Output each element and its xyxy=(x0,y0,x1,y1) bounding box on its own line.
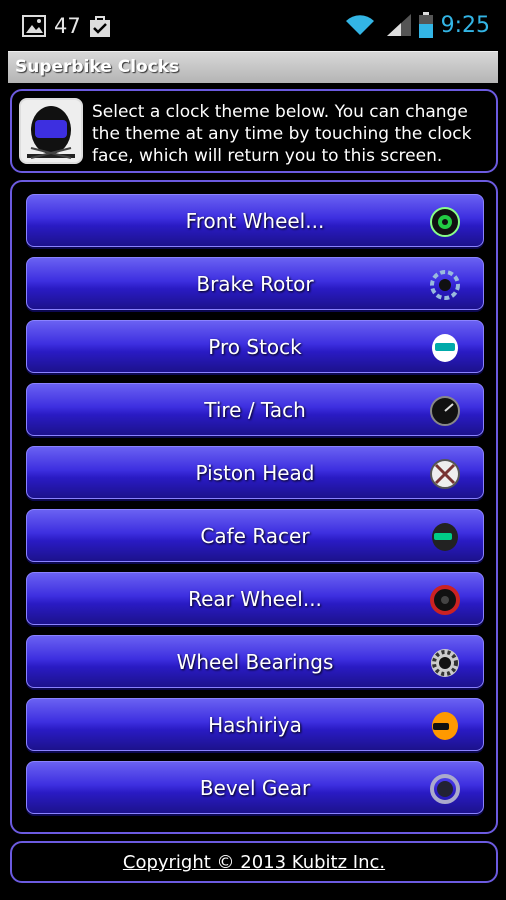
checked-bag-icon xyxy=(89,16,110,37)
notification-count: 47 xyxy=(54,14,81,38)
wifi-icon xyxy=(345,15,374,35)
theme-label: Brake Rotor xyxy=(196,272,314,296)
theme-button-wheel-bearings[interactable]: Wheel Bearings xyxy=(26,635,484,688)
theme-button-piston-head[interactable]: Piston Head xyxy=(26,446,484,499)
bevel-gear-icon xyxy=(430,774,460,804)
theme-label: Front Wheel... xyxy=(185,209,325,233)
theme-label: Wheel Bearings xyxy=(176,650,334,674)
theme-label: Hashiriya xyxy=(208,713,302,737)
theme-label: Bevel Gear xyxy=(199,776,311,800)
picture-icon xyxy=(22,15,46,37)
pro-stock-helmet-icon xyxy=(432,334,458,362)
piston-head-icon xyxy=(430,459,460,489)
info-panel: Select a clock theme below. You can chan… xyxy=(10,89,498,173)
app-title: Superbike Clocks xyxy=(15,57,180,77)
status-bar: 47 9:25 xyxy=(0,0,506,50)
theme-label: Rear Wheel... xyxy=(188,587,322,611)
theme-label: Piston Head xyxy=(195,461,315,485)
theme-button-front-wheel[interactable]: Front Wheel... xyxy=(26,194,484,247)
copyright-link[interactable]: Copyright © 2013 Kubitz Inc. xyxy=(123,852,385,873)
theme-button-hashiriya[interactable]: Hashiriya xyxy=(26,698,484,751)
hashiriya-helmet-icon xyxy=(432,712,458,740)
theme-button-rear-wheel[interactable]: Rear Wheel... xyxy=(26,572,484,625)
theme-label: Tire / Tach xyxy=(204,398,306,422)
title-bar: Superbike Clocks xyxy=(8,51,498,83)
instructions-text: Select a clock theme below. You can chan… xyxy=(92,102,472,166)
theme-button-cafe-racer[interactable]: Cafe Racer xyxy=(26,509,484,562)
theme-button-brake-rotor[interactable]: Brake Rotor xyxy=(26,257,484,310)
theme-label: Cafe Racer xyxy=(200,524,310,548)
helmet-icon xyxy=(19,98,83,164)
clock-time: 9:25 xyxy=(440,12,490,38)
theme-label: Pro Stock xyxy=(208,335,302,359)
battery-icon xyxy=(418,12,433,38)
tachometer-icon xyxy=(430,396,460,426)
signal-icon xyxy=(386,14,411,36)
cafe-racer-helmet-icon xyxy=(432,523,458,551)
theme-button-tire-tach[interactable]: Tire / Tach xyxy=(26,383,484,436)
status-right: 9:25 xyxy=(345,12,490,38)
theme-button-pro-stock[interactable]: Pro Stock xyxy=(26,320,484,373)
brake-rotor-icon xyxy=(430,270,460,300)
theme-list: Front Wheel... Brake Rotor Pro Stock Tir… xyxy=(10,180,498,834)
rear-wheel-icon xyxy=(430,585,460,615)
status-left: 47 xyxy=(22,14,111,38)
theme-button-bevel-gear[interactable]: Bevel Gear xyxy=(26,761,484,814)
front-wheel-icon xyxy=(430,207,460,237)
footer: Copyright © 2013 Kubitz Inc. xyxy=(10,841,498,883)
wheel-bearing-icon xyxy=(431,649,459,677)
